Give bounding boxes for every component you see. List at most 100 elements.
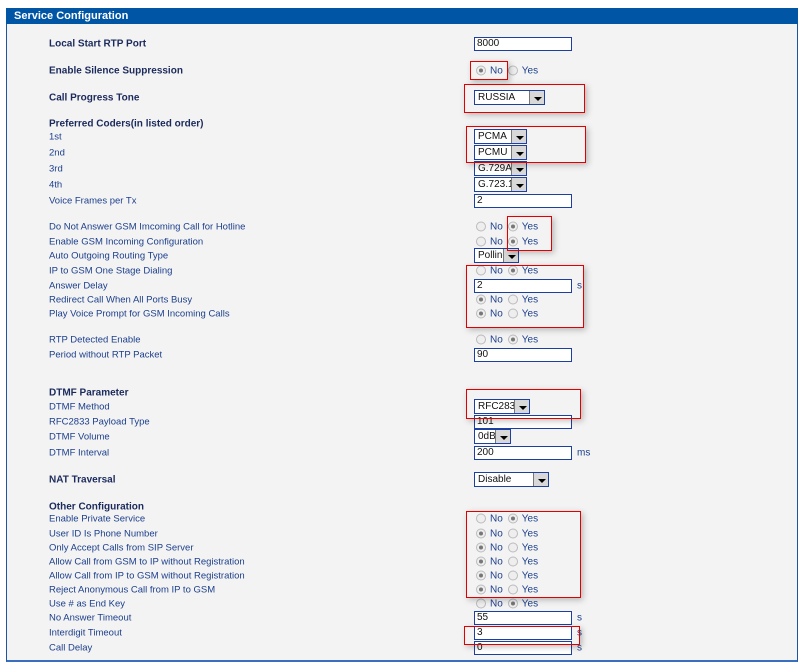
chevron-down-icon[interactable] <box>511 130 526 143</box>
section-heading: Other Configuration <box>49 501 144 513</box>
radio-label-no: No <box>490 570 503 582</box>
field-label: Local Start RTP Port <box>49 38 147 50</box>
3rd-select[interactable]: G.729AB <box>474 161 527 176</box>
radio-no[interactable] <box>476 584 486 595</box>
auto-outgoing-routing-type-select[interactable]: Polling <box>474 248 519 263</box>
call-progress-tone-selected-value: RUSSIA <box>478 92 516 103</box>
2nd-selected-value: PCMU <box>478 147 508 158</box>
1st-select[interactable]: PCMA <box>474 129 527 144</box>
chevron-down-icon[interactable] <box>495 430 510 443</box>
enable-private-service-radio-group: No Yes <box>476 514 543 525</box>
rfc2833-payload-type-input[interactable]: 101 <box>474 415 572 429</box>
radio-no[interactable] <box>476 556 486 567</box>
radio-yes[interactable] <box>507 528 518 539</box>
radio-yes[interactable] <box>507 334 518 345</box>
field-label: 3rd <box>49 163 63 175</box>
radio-yes[interactable] <box>507 513 518 524</box>
radio-no[interactable] <box>476 236 486 247</box>
radio-yes[interactable] <box>507 598 518 609</box>
redirect-call-when-all-ports-busy-radio-group: No Yes <box>476 295 543 306</box>
radio-label-yes: Yes <box>521 584 539 596</box>
use-as-end-key-radio-group: No Yes <box>476 599 543 610</box>
field-label: Call Progress Tone <box>49 92 140 104</box>
answer-delay-input[interactable]: 2 <box>474 279 572 293</box>
field-label: Allow Call from IP to GSM without Regist… <box>49 570 245 582</box>
radio-label-no: No <box>490 513 503 525</box>
radio-yes[interactable] <box>507 542 518 553</box>
unit-label: ms <box>577 447 591 459</box>
radio-yes[interactable] <box>507 308 518 319</box>
allow-call-from-gsm-to-ip-without-registration-radio-group: No Yes <box>476 557 543 568</box>
unit-label: s <box>577 627 582 639</box>
radio-no[interactable] <box>476 598 486 609</box>
radio-yes[interactable] <box>507 236 518 247</box>
field-label: DTMF Volume <box>49 431 110 443</box>
radio-label-yes: Yes <box>521 570 539 582</box>
chevron-down-icon[interactable] <box>503 249 518 262</box>
radio-label-no: No <box>490 236 503 248</box>
dtmf-method-select[interactable]: RFC2833 <box>474 399 530 414</box>
radio-yes[interactable] <box>507 65 518 76</box>
radio-yes[interactable] <box>507 570 518 581</box>
chevron-down-icon[interactable] <box>511 146 526 159</box>
dtmf-interval-input[interactable]: 200 <box>474 446 572 460</box>
voice-frames-per-tx-input[interactable]: 2 <box>474 194 572 208</box>
call-delay-input[interactable]: 0 <box>474 641 572 655</box>
play-voice-prompt-for-gsm-incoming-calls-radio-group: No Yes <box>476 309 543 320</box>
field-label: 1st <box>49 131 62 143</box>
radio-yes[interactable] <box>507 221 518 232</box>
chevron-down-icon[interactable] <box>511 178 526 191</box>
only-accept-calls-from-sip-server-radio-group: No Yes <box>476 543 543 554</box>
4th-select[interactable]: G.723.1 <box>474 177 527 192</box>
radio-label-no: No <box>490 294 503 306</box>
radio-no[interactable] <box>476 221 486 232</box>
2nd-select[interactable]: PCMU <box>474 145 527 160</box>
radio-no[interactable] <box>476 528 486 539</box>
field-label: 4th <box>49 179 63 191</box>
radio-no[interactable] <box>476 294 486 305</box>
radio-label-no: No <box>490 598 503 610</box>
radio-label-no: No <box>490 334 503 346</box>
local-start-rtp-port-input[interactable]: 8000 <box>474 37 572 51</box>
radio-no[interactable] <box>476 570 486 581</box>
field-label: Voice Frames per Tx <box>49 195 137 207</box>
radio-yes[interactable] <box>507 265 518 276</box>
radio-label-no: No <box>490 308 503 320</box>
radio-no[interactable] <box>476 65 486 76</box>
radio-yes[interactable] <box>507 294 518 305</box>
radio-no[interactable] <box>476 542 486 553</box>
radio-no[interactable] <box>476 308 486 319</box>
field-label: Interdigit Timeout <box>49 627 122 639</box>
radio-no[interactable] <box>476 265 486 276</box>
radio-label-yes: Yes <box>521 528 539 540</box>
field-label: IP to GSM One Stage Dialing <box>49 265 173 277</box>
nat-traversal-select[interactable]: Disable <box>474 472 549 487</box>
field-label: Only Accept Calls from SIP Server <box>49 542 194 554</box>
no-answer-timeout-input[interactable]: 55 <box>474 611 572 625</box>
radio-label-yes: Yes <box>521 308 539 320</box>
radio-yes[interactable] <box>507 584 518 595</box>
4th-selected-value: G.723.1 <box>478 179 514 190</box>
radio-no[interactable] <box>476 513 486 524</box>
radio-yes[interactable] <box>507 556 518 567</box>
call-progress-tone-select[interactable]: RUSSIA <box>474 90 545 105</box>
radio-no[interactable] <box>476 334 486 345</box>
field-label: NAT Traversal <box>49 474 116 486</box>
unit-label: s <box>577 642 582 654</box>
chevron-down-icon[interactable] <box>514 400 529 413</box>
radio-label-yes: Yes <box>521 294 539 306</box>
unit-label: s <box>577 280 582 292</box>
chevron-down-icon[interactable] <box>511 162 526 175</box>
dtmf-volume-select[interactable]: 0dB <box>474 429 511 444</box>
interdigit-timeout-input[interactable]: 3 <box>474 626 572 640</box>
field-label: RFC2833 Payload Type <box>49 416 150 428</box>
radio-label-yes: Yes <box>521 542 539 554</box>
chevron-down-icon[interactable] <box>533 473 548 486</box>
field-label: Reject Anonymous Call from IP to GSM <box>49 584 216 596</box>
radio-label-no: No <box>490 584 503 596</box>
dtmf-volume-selected-value: 0dB <box>478 431 496 442</box>
section-heading: Preferred Coders(in listed order) <box>49 118 204 130</box>
chevron-down-icon[interactable] <box>529 91 544 104</box>
period-without-rtp-packet-input[interactable]: 90 <box>474 348 572 362</box>
radio-label-yes: Yes <box>521 221 539 233</box>
